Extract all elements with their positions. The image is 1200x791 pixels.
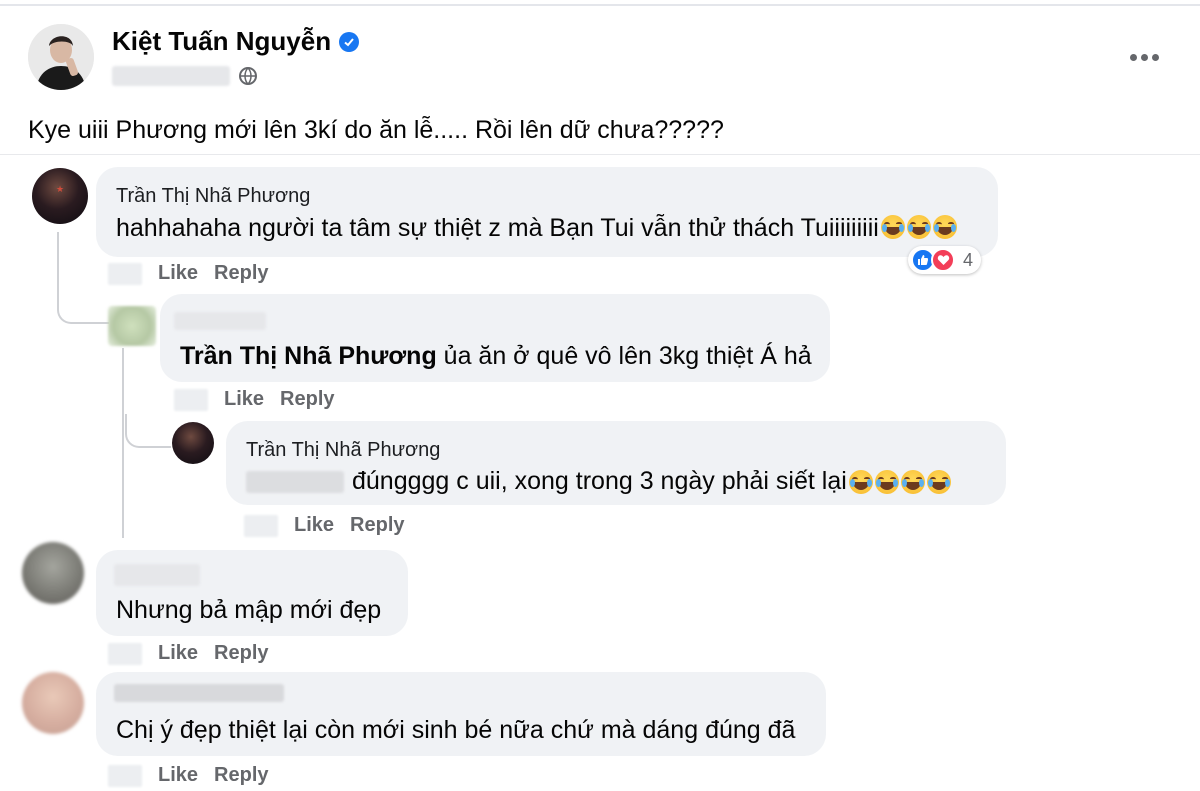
reaction-count: 4 <box>963 249 974 270</box>
author-name[interactable]: Kiệt Tuấn Nguyễn <box>112 26 360 57</box>
laughing-emoji-icon <box>848 469 873 494</box>
divider <box>0 154 1200 155</box>
comment-text: Nhưng bả mập mới đẹp <box>116 596 382 624</box>
laughing-emoji-icon <box>906 215 931 239</box>
more-options-icon[interactable] <box>1124 42 1164 72</box>
comment-author-redacted[interactable] <box>114 684 284 702</box>
comment-author[interactable]: Trần Thị Nhã Phương <box>116 185 310 208</box>
love-reaction-icon <box>931 248 955 272</box>
comment-author-redacted[interactable] <box>174 312 266 330</box>
like-button[interactable]: Like <box>158 764 198 787</box>
comment-bubble: Nhưng bả mập mới đẹp <box>96 550 408 636</box>
reply-button[interactable]: Reply <box>280 388 334 411</box>
commenter-avatar[interactable] <box>22 672 84 734</box>
post-meta <box>112 66 258 86</box>
comment-actions: Like Reply <box>244 514 405 537</box>
laughing-emoji-icon <box>880 215 905 239</box>
mention-link[interactable]: Trần Thị Nhã Phương <box>180 342 437 370</box>
commenter-avatar[interactable] <box>172 422 214 464</box>
laughing-emoji-icon <box>900 469 925 494</box>
comment-bubble: Trần Thị Nhã Phương hahhahaha người ta t… <box>96 167 998 257</box>
reply-button[interactable]: Reply <box>350 514 404 537</box>
comment-actions: Like Reply <box>174 388 335 411</box>
verified-badge-icon <box>339 31 360 52</box>
post-timestamp-redacted[interactable] <box>112 66 230 86</box>
comment-author[interactable]: Trần Thị Nhã Phương <box>246 439 440 462</box>
comment-time-redacted[interactable] <box>244 514 278 537</box>
comment-text: hahhahaha người ta tâm sự thiệt z mà Bạn… <box>116 214 957 243</box>
comment-actions: Like Reply <box>108 262 269 285</box>
like-button[interactable]: Like <box>224 388 264 411</box>
post-text: Kye uiii Phương mới lên 3kí do ăn lễ....… <box>28 116 724 144</box>
commenter-avatar[interactable]: ★ <box>32 168 88 224</box>
comment-author-redacted[interactable] <box>114 564 200 586</box>
globe-icon <box>239 67 257 85</box>
comment-bubble: Trần Thị Nhã Phương đúngggg c uii, xong … <box>226 421 1006 505</box>
comment-bubble: Chị ý đẹp thiệt lại còn mới sinh bé nữa … <box>96 672 826 756</box>
reaction-summary[interactable]: 4 <box>908 246 982 274</box>
reply-button[interactable]: Reply <box>214 764 268 787</box>
like-button[interactable]: Like <box>294 514 334 537</box>
commenter-avatar[interactable] <box>108 306 156 346</box>
top-rule <box>0 4 1200 6</box>
comment-text: Trần Thị Nhã Phương ủa ăn ở quê vô lên 3… <box>180 342 812 370</box>
comment-time-redacted[interactable] <box>108 764 142 787</box>
reply-button[interactable]: Reply <box>214 642 268 665</box>
thread-line <box>125 414 171 448</box>
comment-text: Chị ý đẹp thiệt lại còn mới sinh bé nữa … <box>116 716 796 744</box>
comment-time-redacted[interactable] <box>108 642 142 665</box>
comment-bubble: Trần Thị Nhã Phương ủa ăn ở quê vô lên 3… <box>160 294 830 382</box>
author-avatar[interactable] <box>28 24 94 90</box>
comment-time-redacted[interactable] <box>174 388 208 411</box>
comment-actions: Like Reply <box>108 642 269 665</box>
reply-button[interactable]: Reply <box>214 262 268 285</box>
like-button[interactable]: Like <box>158 262 198 285</box>
like-button[interactable]: Like <box>158 642 198 665</box>
svg-text:★: ★ <box>56 184 64 194</box>
laughing-emoji-icon <box>874 469 899 494</box>
comment-text: đúngggg c uii, xong trong 3 ngày phải si… <box>246 467 951 496</box>
comment-time-redacted[interactable] <box>108 262 142 285</box>
laughing-emoji-icon <box>932 215 957 239</box>
mention-redacted[interactable] <box>246 470 344 493</box>
author-name-text[interactable]: Kiệt Tuấn Nguyễn <box>112 26 331 57</box>
laughing-emoji-icon <box>926 469 951 494</box>
thread-line <box>122 348 124 538</box>
comment-actions: Like Reply <box>108 764 269 787</box>
commenter-avatar[interactable] <box>22 542 84 604</box>
